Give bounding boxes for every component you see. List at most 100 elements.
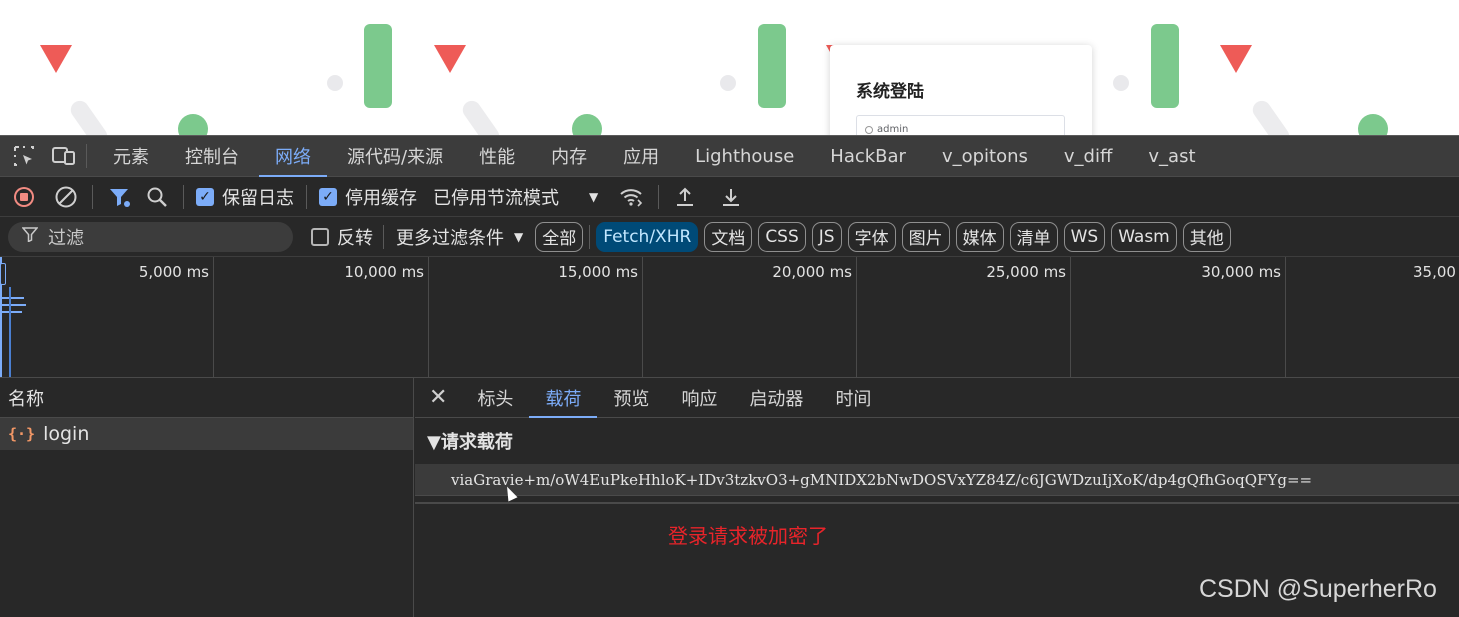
- decor-blob: [572, 114, 602, 135]
- tab-sources[interactable]: 源代码/来源: [329, 136, 461, 177]
- annotation-text: 登录请求被加密了: [668, 524, 828, 548]
- checkmark-icon: ✓: [319, 187, 337, 206]
- tab-hackbar[interactable]: HackBar: [812, 136, 924, 177]
- request-list: 名称 {·} login: [0, 378, 414, 617]
- chip-other[interactable]: 其他: [1182, 221, 1231, 252]
- name-column-header[interactable]: 名称: [0, 378, 413, 418]
- payload-text[interactable]: viaGravie+m/oW4EuPkeHhloK+IDv3tzkvO3+gMN…: [415, 464, 1459, 496]
- tab-payload[interactable]: 载荷: [529, 378, 598, 418]
- invert-checkbox[interactable]: 反转: [311, 224, 373, 250]
- tab-performance[interactable]: 性能: [461, 136, 533, 177]
- export-har-icon[interactable]: [717, 183, 745, 211]
- decor-blob: [1358, 114, 1388, 135]
- details-tabs: ✕ 标头 载荷 预览 响应 启动器 时间: [415, 378, 1459, 418]
- clear-icon[interactable]: [52, 183, 80, 211]
- filter-input[interactable]: 过滤: [8, 221, 293, 252]
- device-toolbar-icon[interactable]: [50, 142, 78, 170]
- decor-dot: [1113, 75, 1129, 91]
- tab-network[interactable]: 网络: [257, 136, 329, 177]
- tab-initiator[interactable]: 启动器: [733, 378, 819, 418]
- throttling-value: 已停用节流模式: [433, 187, 559, 209]
- chip-css[interactable]: CSS: [758, 221, 806, 252]
- timeline-tick: 35,00: [1413, 263, 1456, 281]
- username-value: admin: [877, 124, 909, 135]
- login-card: 系统登陆 admin: [830, 45, 1092, 135]
- network-toolbar: ✓ 保留日志 ✓ 停用缓存 已停用节流模式 ▼: [0, 177, 1459, 217]
- checkmark-icon: ✓: [196, 187, 214, 206]
- invert-label: 反转: [337, 227, 373, 249]
- timeline-tick: 25,000 ms: [857, 257, 1071, 377]
- more-filters-dropdown[interactable]: 更多过滤条件 ▼: [396, 224, 523, 250]
- chip-fetch-xhr[interactable]: Fetch/XHR: [596, 221, 699, 252]
- decor-triangle: [40, 45, 72, 73]
- decor-dot: [720, 75, 736, 91]
- watermark: CSDN @SuperherRo: [1199, 575, 1437, 603]
- tab-console[interactable]: 控制台: [167, 136, 257, 177]
- timeline-tick: 20,000 ms: [643, 257, 857, 377]
- filter-bar: 过滤 反转 更多过滤条件 ▼ 全部 Fetch/XHR 文档 CSS JS 字体…: [0, 217, 1459, 257]
- chip-manifest[interactable]: 清单: [1009, 221, 1058, 252]
- decor-blob: [178, 114, 208, 135]
- xhr-braces-icon: {·}: [8, 425, 36, 443]
- tab-headers[interactable]: 标头: [461, 378, 529, 418]
- chip-all[interactable]: 全部: [535, 221, 584, 252]
- chip-doc[interactable]: 文档: [704, 221, 753, 252]
- chip-js[interactable]: JS: [811, 221, 842, 252]
- request-row-login[interactable]: {·} login: [0, 418, 413, 450]
- chip-img[interactable]: 图片: [901, 221, 950, 252]
- username-field[interactable]: admin: [856, 115, 1065, 135]
- chip-wasm[interactable]: Wasm: [1111, 221, 1177, 252]
- decor-pill: [1151, 24, 1179, 108]
- disable-cache-checkbox[interactable]: ✓ 停用缓存: [319, 184, 417, 210]
- stop-recording-icon[interactable]: [10, 183, 38, 211]
- network-conditions-icon[interactable]: [618, 183, 646, 211]
- timeline-tick: 5,000 ms: [0, 257, 214, 377]
- tab-application[interactable]: 应用: [605, 136, 677, 177]
- unchecked-box-icon: [311, 227, 329, 246]
- search-icon[interactable]: [143, 183, 171, 211]
- request-payload-section-title[interactable]: ▼请求载荷: [415, 418, 1459, 464]
- preserve-log-label: 保留日志: [222, 187, 294, 209]
- more-filters-label: 更多过滤条件: [396, 227, 504, 249]
- tab-v-diff[interactable]: v_diff: [1046, 136, 1130, 177]
- devtools-main-tabs: 元素 控制台 网络 源代码/来源 性能 内存 应用 Lighthouse Hac…: [0, 135, 1459, 177]
- login-title: 系统登陆: [856, 82, 924, 102]
- throttling-select[interactable]: 已停用节流模式 ▼: [433, 184, 598, 210]
- timeline-tick: 15,000 ms: [429, 257, 643, 377]
- chip-media[interactable]: 媒体: [955, 221, 1004, 252]
- timeline-tick: 30,000 ms: [1071, 257, 1286, 377]
- import-har-icon[interactable]: [671, 183, 699, 211]
- tab-v-opitons[interactable]: v_opitons: [924, 136, 1046, 177]
- decor-pill: [758, 24, 786, 108]
- decor-dot: [327, 75, 343, 91]
- tab-response[interactable]: 响应: [665, 378, 733, 418]
- decor-dash: [459, 97, 503, 135]
- chip-ws[interactable]: WS: [1063, 221, 1106, 252]
- funnel-icon: [21, 226, 39, 247]
- tab-preview[interactable]: 预览: [597, 378, 665, 418]
- inspect-element-icon[interactable]: [10, 142, 38, 170]
- user-icon: [865, 125, 873, 134]
- page-preview: 系统登陆 admin: [0, 0, 1459, 135]
- close-icon[interactable]: ✕: [429, 385, 447, 410]
- network-overview-timeline[interactable]: 5,000 ms 10,000 ms 15,000 ms 20,000 ms 2…: [0, 257, 1459, 378]
- tab-v-ast[interactable]: v_ast: [1130, 136, 1213, 177]
- devtools-panel: 元素 控制台 网络 源代码/来源 性能 内存 应用 Lighthouse Hac…: [0, 135, 1459, 617]
- tab-lighthouse[interactable]: Lighthouse: [677, 136, 812, 177]
- decor-triangle: [434, 45, 466, 73]
- disable-cache-label: 停用缓存: [345, 187, 417, 209]
- chevron-down-icon: ▼: [589, 189, 599, 204]
- tab-memory[interactable]: 内存: [533, 136, 605, 177]
- tab-elements[interactable]: 元素: [95, 136, 167, 177]
- tab-timing[interactable]: 时间: [819, 378, 887, 418]
- decor-pill: [364, 24, 392, 108]
- filter-funnel-icon[interactable]: [105, 183, 133, 211]
- decor-dash: [67, 97, 111, 135]
- request-name: login: [43, 423, 90, 445]
- filter-placeholder: 过滤: [48, 227, 84, 249]
- chip-font[interactable]: 字体: [847, 221, 896, 252]
- chevron-down-icon: ▼: [514, 229, 524, 244]
- timeline-tick: 10,000 ms: [214, 257, 429, 377]
- preserve-log-checkbox[interactable]: ✓ 保留日志: [196, 184, 294, 210]
- decor-dash: [1249, 97, 1293, 135]
